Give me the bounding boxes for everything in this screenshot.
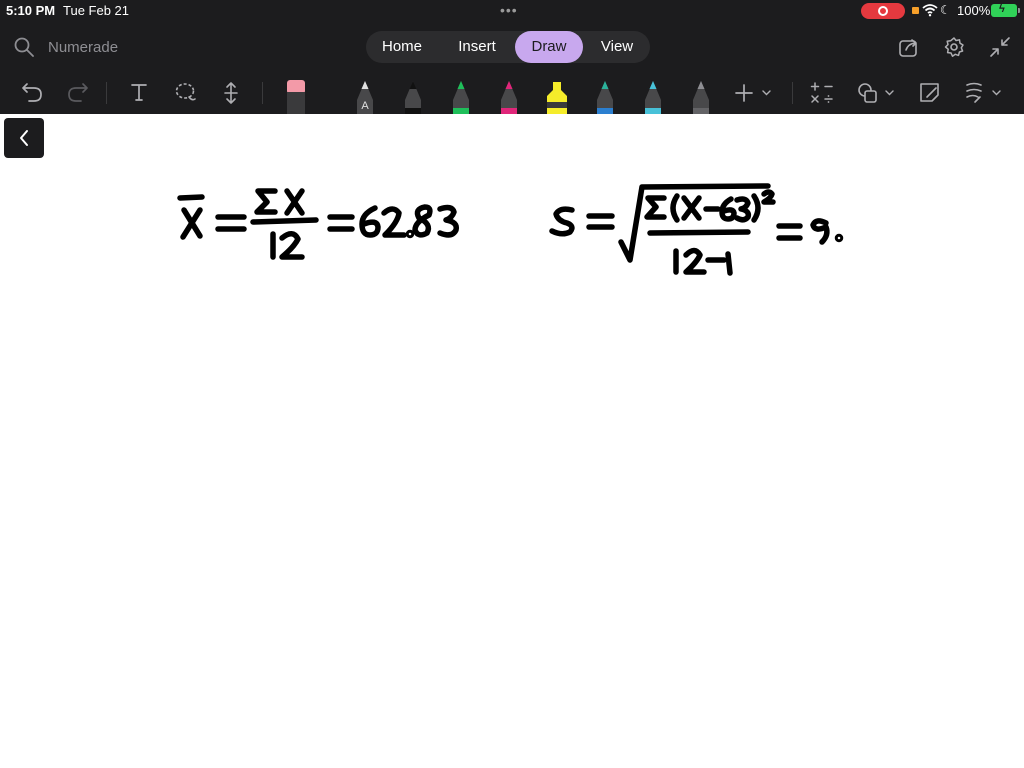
shapes-icon[interactable] [857, 81, 897, 105]
ribbon-tabs: Home Insert Draw View [366, 31, 650, 63]
toolbar-divider [106, 82, 107, 104]
share-icon[interactable] [898, 36, 920, 58]
sticky-note-icon[interactable] [918, 81, 942, 105]
wifi-icon [922, 4, 938, 17]
status-time: 5:10 PM [6, 3, 56, 18]
pen-teal-icon[interactable] [593, 80, 617, 114]
pen-green-icon[interactable] [449, 80, 473, 114]
undo-icon[interactable] [21, 81, 43, 103]
tab-home[interactable]: Home [369, 31, 435, 63]
toolbar-divider [262, 82, 263, 104]
lasso-icon[interactable] [174, 81, 198, 105]
math-icon[interactable] [810, 81, 834, 105]
pen-gray-icon[interactable] [689, 80, 713, 114]
ink-to-shape-icon[interactable] [964, 81, 1004, 105]
status-date: Tue Feb 21 [63, 3, 130, 18]
svg-text:A: A [361, 100, 369, 112]
text-tool-icon[interactable] [129, 82, 149, 102]
draw-toolbar: A [0, 72, 1024, 114]
search-input[interactable]: Numerade [48, 39, 118, 56]
pen-with-text-icon[interactable]: A [353, 80, 377, 114]
tab-insert[interactable]: Insert [443, 31, 511, 63]
mean-formula-ink [177, 188, 460, 260]
add-tool-icon[interactable] [734, 83, 774, 103]
tab-draw[interactable]: Draw [515, 31, 583, 63]
mic-indicator-icon [912, 7, 919, 14]
pen-magenta-icon[interactable] [497, 80, 521, 114]
search-icon[interactable] [14, 37, 34, 57]
toolbar-divider [792, 82, 793, 104]
battery-icon: ϟ [991, 3, 1020, 17]
top-bar: Numerade Home Insert Draw View [0, 22, 1024, 72]
drawing-canvas[interactable] [0, 114, 1024, 768]
eraser-icon[interactable] [286, 78, 306, 114]
pen-black-icon[interactable] [401, 80, 425, 114]
battery-percent: 100% [957, 3, 991, 18]
tab-view[interactable]: View [589, 31, 645, 63]
sd-formula-ink [549, 183, 844, 276]
screen-recording-icon[interactable] [861, 3, 905, 19]
collapse-icon[interactable] [989, 36, 1011, 58]
settings-icon[interactable] [943, 36, 965, 58]
multitasking-dots-icon[interactable]: ••• [500, 2, 518, 18]
redo-icon[interactable] [67, 81, 89, 103]
add-space-icon[interactable] [221, 81, 241, 105]
highlighter-yellow-icon[interactable] [543, 80, 571, 114]
handwritten-math [177, 183, 844, 276]
pen-cyan-icon[interactable] [641, 80, 665, 114]
focus-moon-icon: ☾ [940, 3, 951, 17]
status-bar: 5:10 PM Tue Feb 21 ••• ☾ 100% ϟ [0, 0, 1024, 22]
